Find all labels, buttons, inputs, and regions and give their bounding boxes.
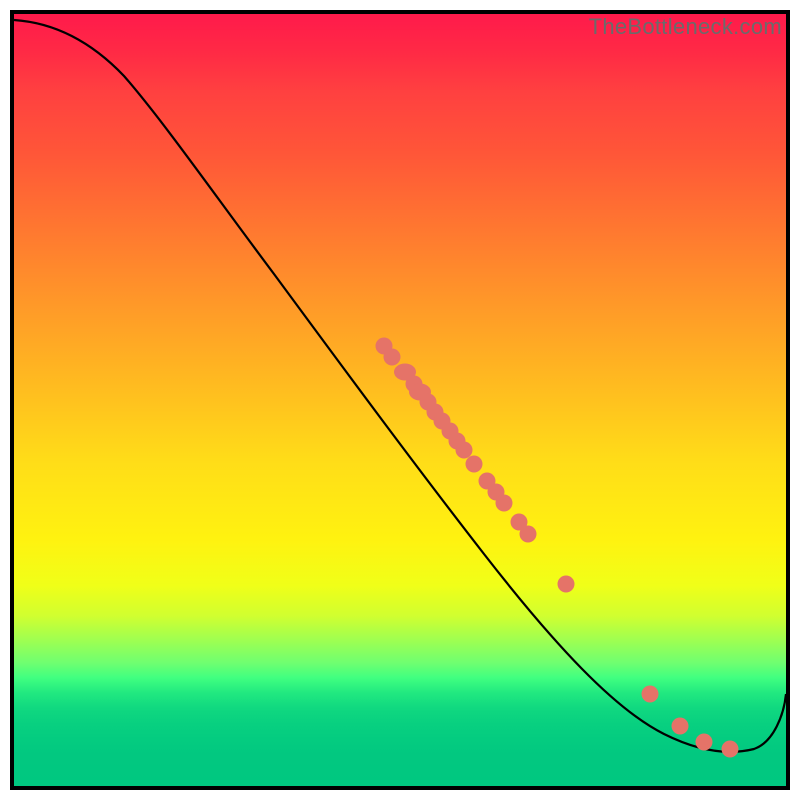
data-point xyxy=(384,349,401,366)
data-point xyxy=(466,456,483,473)
data-point xyxy=(722,741,739,758)
data-point xyxy=(496,495,513,512)
data-point xyxy=(642,686,659,703)
curve-path xyxy=(14,20,786,752)
data-point xyxy=(672,718,689,735)
data-point xyxy=(558,576,575,593)
watermark-text: TheBottleneck.com xyxy=(589,14,782,40)
plot-area xyxy=(10,10,790,790)
curve-svg xyxy=(14,14,786,786)
data-point xyxy=(696,734,713,751)
data-point xyxy=(520,526,537,543)
chart-container: TheBottleneck.com xyxy=(0,0,800,800)
